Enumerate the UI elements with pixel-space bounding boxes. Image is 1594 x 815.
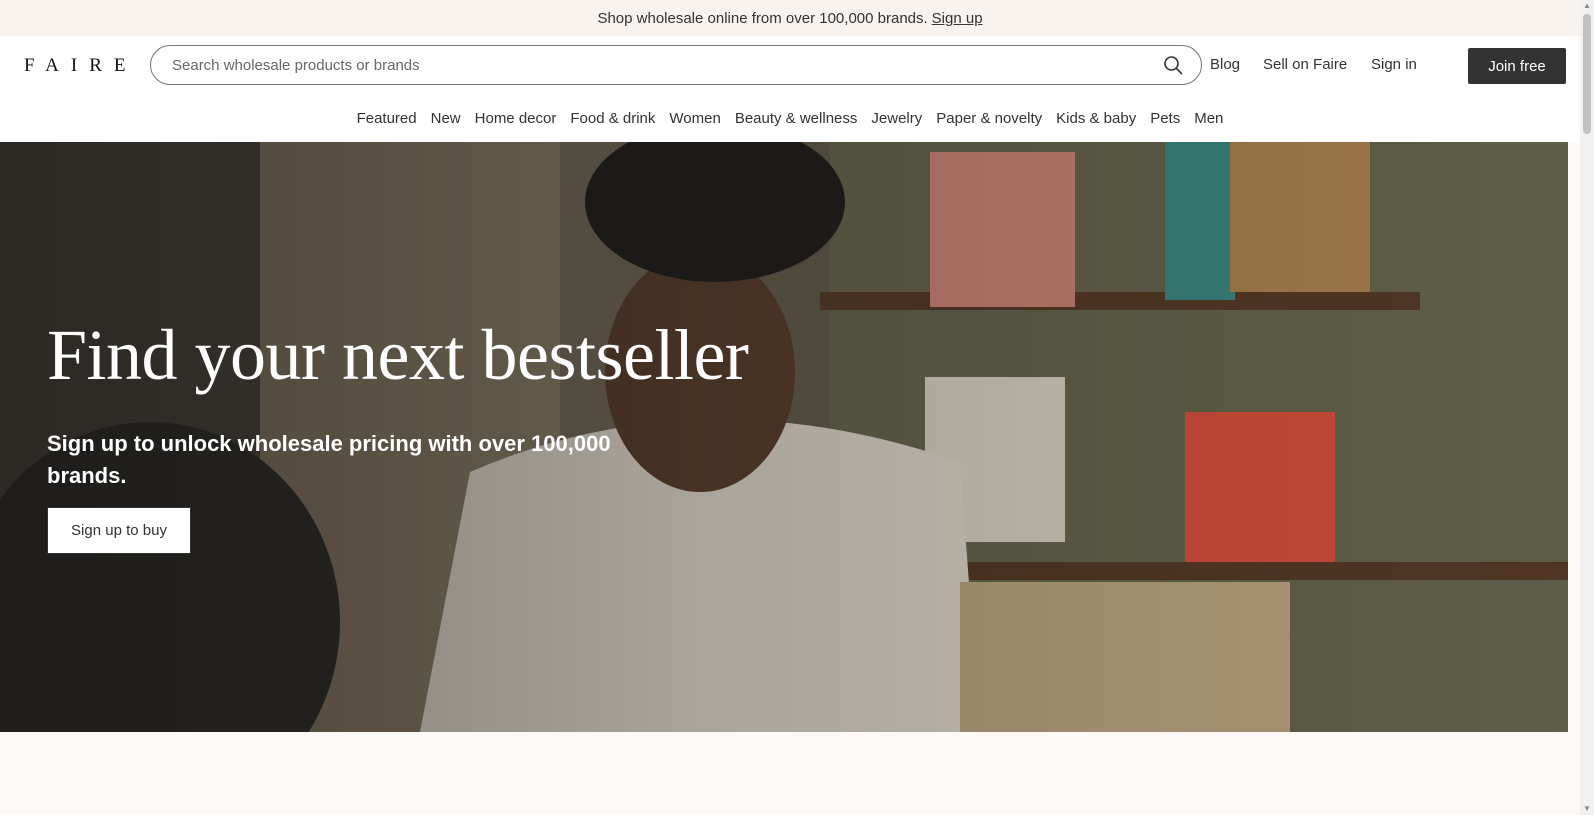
category-pets[interactable]: Pets: [1143, 110, 1187, 127]
sign-up-to-buy-button[interactable]: Sign up to buy: [47, 507, 191, 554]
search-icon[interactable]: [1163, 55, 1183, 75]
sell-on-faire-link[interactable]: Sell on Faire: [1263, 56, 1347, 73]
category-men[interactable]: Men: [1187, 110, 1230, 127]
scroll-down-icon[interactable]: ▼: [1583, 805, 1591, 813]
hero-title: Find your next bestseller: [47, 315, 749, 395]
sign-in-link[interactable]: Sign in: [1371, 56, 1417, 73]
category-featured[interactable]: Featured: [350, 110, 424, 127]
scroll-up-icon[interactable]: ▲: [1583, 2, 1591, 10]
category-beauty-wellness[interactable]: Beauty & wellness: [728, 110, 865, 127]
search-input[interactable]: [172, 56, 1112, 74]
join-free-button[interactable]: Join free: [1468, 48, 1566, 84]
blog-link[interactable]: Blog: [1210, 56, 1240, 73]
category-home-decor[interactable]: Home decor: [468, 110, 564, 127]
category-nav: Featured New Home decor Food & drink Wom…: [0, 94, 1580, 142]
category-food-drink[interactable]: Food & drink: [563, 110, 662, 127]
category-women[interactable]: Women: [662, 110, 727, 127]
promo-banner: Shop wholesale online from over 100,000 …: [0, 0, 1580, 36]
category-new[interactable]: New: [424, 110, 468, 127]
scrollbar-thumb[interactable]: [1583, 14, 1591, 134]
category-kids-baby[interactable]: Kids & baby: [1049, 110, 1143, 127]
hero-section: Find your next bestseller Sign up to unl…: [0, 142, 1568, 732]
hero-subtitle: Sign up to unlock wholesale pricing with…: [47, 431, 611, 488]
page-scrollbar[interactable]: ▲ ▼: [1580, 0, 1594, 815]
category-paper-novelty[interactable]: Paper & novelty: [929, 110, 1049, 127]
banner-text: Shop wholesale online from over 100,000 …: [597, 9, 928, 27]
search-bar[interactable]: [150, 45, 1202, 85]
category-jewelry[interactable]: Jewelry: [864, 110, 929, 127]
site-header: FAIRE Blog Sell on Faire Sign in Join fr…: [0, 36, 1580, 94]
faire-logo[interactable]: FAIRE: [24, 55, 137, 77]
banner-signup-link[interactable]: Sign up: [932, 10, 983, 27]
